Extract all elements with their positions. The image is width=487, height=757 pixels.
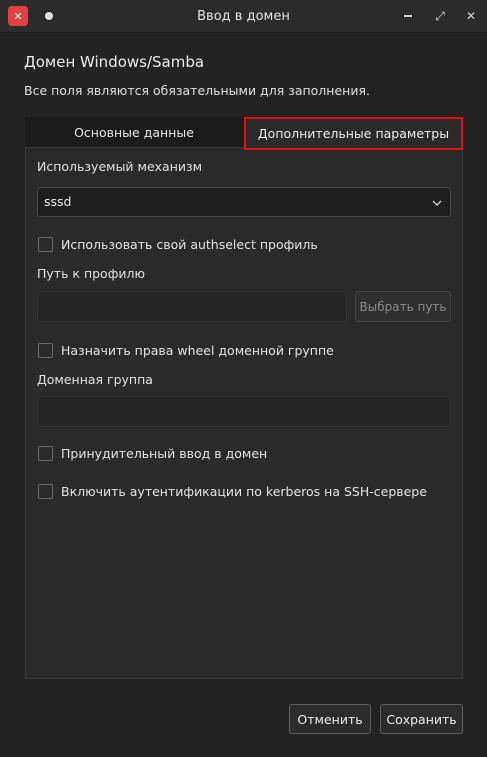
force-join-checkbox-row[interactable]: Принудительный ввод в домен [38,446,267,461]
domain-group-input[interactable] [37,396,451,427]
kerberos-checkbox[interactable] [38,484,53,499]
domain-join-window: ✕ Ввод в домен ⤢ ✕ Домен Windows/Samba В… [0,0,487,757]
mechanism-select-value: sssd [44,194,72,209]
kerberos-checkbox-label: Включить аутентификации по kerberos на S… [61,484,427,499]
close-icon[interactable]: ✕ [461,6,481,26]
force-join-checkbox-label: Принудительный ввод в домен [61,446,268,461]
kerberos-checkbox-row[interactable]: Включить аутентификации по kerberos на S… [38,484,427,499]
profile-path-input[interactable] [37,291,347,322]
tab-basic-data[interactable]: Основные данные [25,117,243,147]
authselect-checkbox[interactable] [38,237,53,252]
wheel-checkbox[interactable] [38,343,53,358]
force-join-checkbox[interactable] [38,446,53,461]
chevron-down-icon [432,200,442,206]
authselect-checkbox-label: Использовать свой authselect профиль [61,237,318,252]
page-title: Домен Windows/Samba [24,53,205,71]
save-button[interactable]: Сохранить [380,704,463,734]
wheel-checkbox-label: Назначить права wheel доменной группе [61,343,334,358]
cancel-button[interactable]: Отменить [289,704,371,734]
page-subtitle: Все поля являются обязательными для запо… [24,83,370,98]
mechanism-select[interactable]: sssd [37,187,451,217]
profile-path-label: Путь к профилю [37,266,146,281]
choose-path-button[interactable]: Выбрать путь [355,291,451,322]
authselect-checkbox-row[interactable]: Использовать свой authselect профиль [38,237,318,252]
mechanism-label: Используемый механизм [37,159,203,174]
tab-additional-parameters[interactable]: Дополнительные параметры [244,117,463,150]
minimize-icon[interactable] [398,6,418,26]
maximize-icon[interactable]: ⤢ [430,6,450,26]
domain-group-label: Доменная группа [37,372,153,387]
wheel-checkbox-row[interactable]: Назначить права wheel доменной группе [38,343,334,358]
title-bar[interactable]: ✕ Ввод в домен ⤢ ✕ [0,0,487,33]
